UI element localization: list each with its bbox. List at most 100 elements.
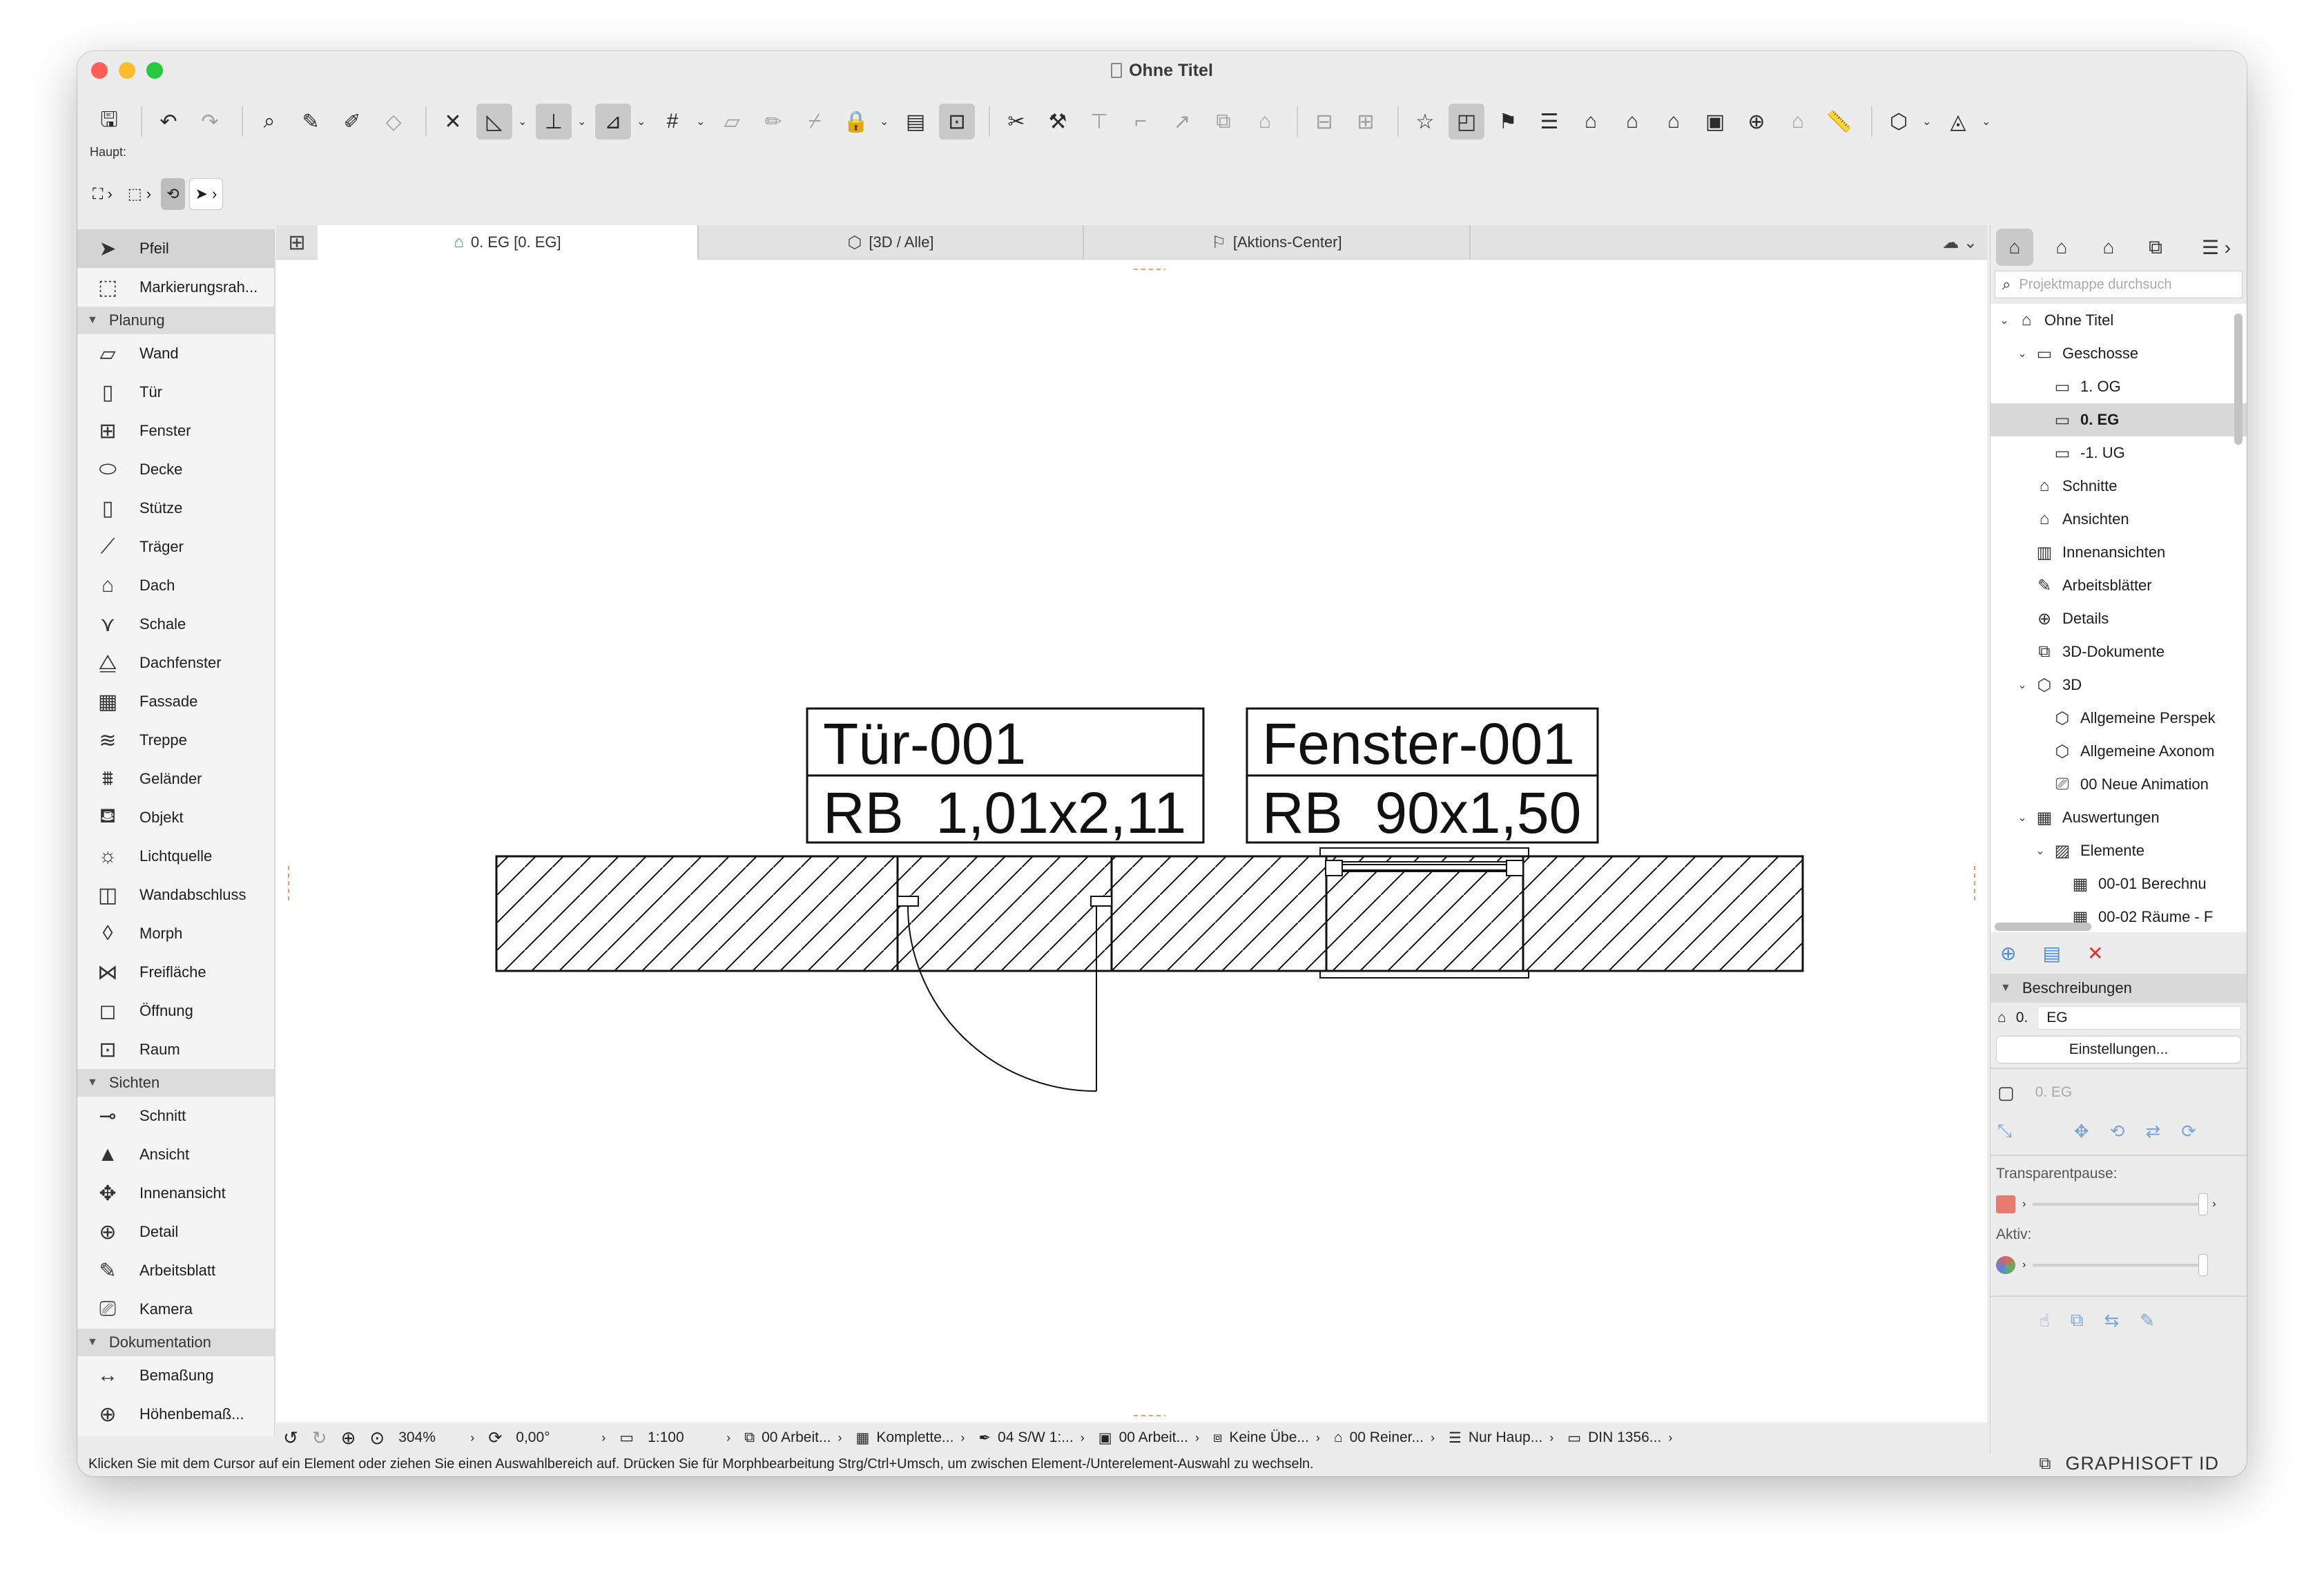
tool-slab[interactable]: ⬭ Decke xyxy=(77,450,274,489)
floor-plan-canvas[interactable]: Tür-001 RB 1,01x2,11 Fenster-001 RB 90x1… xyxy=(276,260,1987,1423)
chevron-down-icon[interactable]: ⌄ xyxy=(1995,314,2014,327)
zoom-in-icon[interactable]: ⊕ xyxy=(334,1427,363,1449)
renovation-filter[interactable]: ⌂ 00 Reiner... › xyxy=(1327,1429,1442,1446)
vertical-scrollbar[interactable] xyxy=(2234,314,2243,445)
mirror-icon[interactable]: ⇄ xyxy=(2145,1121,2160,1142)
tree-item[interactable]: ⬡ Allgemeine Perspek xyxy=(1991,702,2247,735)
find-select-icon[interactable]: ⌕ xyxy=(251,104,287,139)
undo-zoom-icon[interactable]: ↺ xyxy=(276,1427,305,1449)
save-icon[interactable]: 🖫 xyxy=(91,104,127,139)
chevron-down-icon[interactable]: ⌄ xyxy=(1982,115,1994,128)
tree-item[interactable]: ▭ -1. UG xyxy=(1991,436,2247,470)
chevron-down-icon[interactable]: ⌄ xyxy=(696,115,708,128)
tool-lamp[interactable]: ☼ Lichtquelle xyxy=(77,837,274,876)
tool-mesh[interactable]: ⋈ Freifläche xyxy=(77,953,274,992)
tool-marquee[interactable]: ⬚ Markierungsrah... xyxy=(77,268,274,307)
arrow-settings-icon[interactable]: ➤ › xyxy=(188,178,224,210)
tree-item[interactable]: ✎ Arbeitsblätter xyxy=(1991,569,2247,602)
rotate-marquee-icon[interactable]: ⟲ xyxy=(161,178,185,210)
tree-item[interactable]: ▦ 00-01 Berechnu xyxy=(1991,867,2247,900)
adjust-icon[interactable]: ⊤ xyxy=(1081,104,1117,139)
orbit-icon[interactable]: ◬ xyxy=(1940,104,1976,139)
slider-knob[interactable] xyxy=(2198,1254,2209,1276)
tree-item[interactable]: ▭ 0. EG xyxy=(1991,403,2247,436)
tool-morph[interactable]: ◊ Morph xyxy=(77,914,274,953)
rotate-icon[interactable]: ⟲ xyxy=(2110,1121,2125,1142)
tool-level-dimension[interactable]: ⊕ Höhenbemaß... xyxy=(77,1395,274,1434)
story-name-input[interactable]: EG xyxy=(2037,1006,2241,1030)
tool-camera[interactable]: ⎚ Kamera xyxy=(77,1290,274,1329)
tree-item[interactable]: ⌄ ▦ Auswertungen xyxy=(1991,801,2247,834)
tool-window[interactable]: ⊞ Fenster xyxy=(77,412,274,450)
descriptions-section[interactable]: ▼ Beschreibungen xyxy=(1991,974,2247,1003)
favorites-icon[interactable]: ☆ xyxy=(1407,104,1443,139)
section-view-icon[interactable]: ⌂ xyxy=(1614,104,1650,139)
settings-icon[interactable]: ▤ xyxy=(2042,942,2060,965)
chevron-down-icon[interactable]: ⌄ xyxy=(518,115,530,128)
compare-icon[interactable]: ⇆ xyxy=(2104,1310,2119,1331)
graphic-override[interactable]: ⧈ Keine Übe... › xyxy=(1206,1429,1327,1446)
tool-elevation[interactable]: ▲ Ansicht xyxy=(77,1135,274,1174)
tool-detail[interactable]: ⊕ Detail xyxy=(77,1213,274,1251)
layers-icon[interactable]: ◰ xyxy=(1449,104,1484,139)
tree-item[interactable]: ⌄ ▭ Geschosse xyxy=(1991,337,2247,370)
redo-icon[interactable]: ↷ xyxy=(192,104,228,139)
active-slider[interactable]: › xyxy=(1991,1249,2247,1282)
publisher-sets-icon[interactable]: ⧉ xyxy=(2137,229,2174,266)
palette-section-planung[interactable]: ▼ Planung xyxy=(77,307,274,334)
tree-item[interactable]: ⌂ Ansichten xyxy=(1991,503,2247,536)
lock-icon[interactable]: 🔒 xyxy=(838,104,874,139)
fit-window-icon[interactable]: ⊙ xyxy=(362,1427,391,1449)
tab-overview-icon[interactable]: ⊞ xyxy=(276,225,318,260)
layout-view-icon[interactable]: ▣ xyxy=(1697,104,1733,139)
align-icon[interactable]: ⊞ xyxy=(1348,104,1384,139)
hand-icon[interactable]: ☝ xyxy=(2039,1310,2050,1331)
zoom-button[interactable] xyxy=(146,62,163,79)
transparency-slider[interactable]: › › xyxy=(1991,1188,2247,1221)
redo-zoom-icon[interactable]: ↻ xyxy=(305,1427,334,1449)
layer-combination[interactable]: ⧉ 00 Arbeit... › xyxy=(737,1429,849,1446)
tracker-icon[interactable]: ☰ xyxy=(1531,104,1567,139)
rotation-icon[interactable]: ⟳ xyxy=(481,1428,509,1448)
snap-icon[interactable]: ✕ xyxy=(435,104,471,139)
wall[interactable] xyxy=(495,855,1804,972)
tool-roof[interactable]: ⌂ Dach xyxy=(77,566,274,605)
tab-floor-plan[interactable]: ⌂ 0. EG [0. EG] xyxy=(318,225,699,260)
tool-dimension[interactable]: ↔ Bemaßung xyxy=(77,1356,274,1395)
tab-3d[interactable]: ⬡ [3D / Alle] xyxy=(699,225,1084,260)
structure-display[interactable]: ☰ Nur Haup... › xyxy=(1442,1429,1560,1447)
tree-item[interactable]: ▥ Innenansichten xyxy=(1991,536,2247,569)
settings-button[interactable]: Einstellungen... xyxy=(1996,1036,2241,1063)
angle-value[interactable]: 0,00° › xyxy=(509,1429,612,1446)
tool-wall-end[interactable]: ◫ Wandabschluss xyxy=(77,876,274,914)
floor-plan-drawing[interactable]: Tür-001 RB 1,01x2,11 Fenster-001 RB 90x1… xyxy=(276,260,1987,1423)
tab-menu[interactable]: ☁ ⌄ xyxy=(1471,225,1987,260)
edit-icon[interactable]: ✎ xyxy=(2140,1310,2155,1331)
tool-stair[interactable]: ≋ Treppe xyxy=(77,721,274,760)
snap-guides-icon[interactable]: ⊥ xyxy=(536,104,572,139)
chevron-down-icon[interactable]: ⌄ xyxy=(637,115,649,128)
color-swatch[interactable] xyxy=(1996,1195,2015,1213)
chevron-down-icon[interactable]: ⌄ xyxy=(2013,678,2032,692)
resize-icon[interactable]: ⤡ xyxy=(1997,1120,2012,1142)
plane-icon[interactable]: ▱ xyxy=(714,104,750,139)
trim-to-roof-icon[interactable]: ⌂ xyxy=(1247,104,1283,139)
navigator-menu-icon[interactable]: ☰ › xyxy=(2198,229,2235,266)
undo-icon[interactable]: ↶ xyxy=(151,104,186,139)
intersect-icon[interactable]: ⌐ xyxy=(1123,104,1159,139)
view-map-icon[interactable]: ⌂ xyxy=(2043,229,2080,266)
tool-door[interactable]: ▯ Tür xyxy=(77,373,274,412)
chevron-down-icon[interactable]: ⌄ xyxy=(1922,115,1935,128)
tree-item[interactable]: ⊕ Details xyxy=(1991,602,2247,635)
tab-action-center[interactable]: ⚐ [Aktions-Center] xyxy=(1084,225,1471,260)
elevation-view-icon[interactable]: ⌂ xyxy=(1656,104,1692,139)
chevron-down-icon[interactable]: ⌄ xyxy=(577,115,590,128)
explode-icon[interactable]: ⧉ xyxy=(1205,104,1241,139)
guide-lines-icon[interactable]: ◺ xyxy=(476,104,512,139)
floor-plan-view-icon[interactable]: ⌂ xyxy=(1573,104,1609,139)
project-map-search[interactable]: ⌕ Projektmappe durchsuch xyxy=(1995,271,2243,298)
magic-wand-icon[interactable]: ◇ xyxy=(376,104,411,139)
tree-item[interactable]: ⌄ ▨ Elemente xyxy=(1991,834,2247,867)
tree-item[interactable]: ⧉ 3D-Dokumente xyxy=(1991,635,2247,668)
tool-beam[interactable]: ⟋ Träger xyxy=(77,528,274,566)
